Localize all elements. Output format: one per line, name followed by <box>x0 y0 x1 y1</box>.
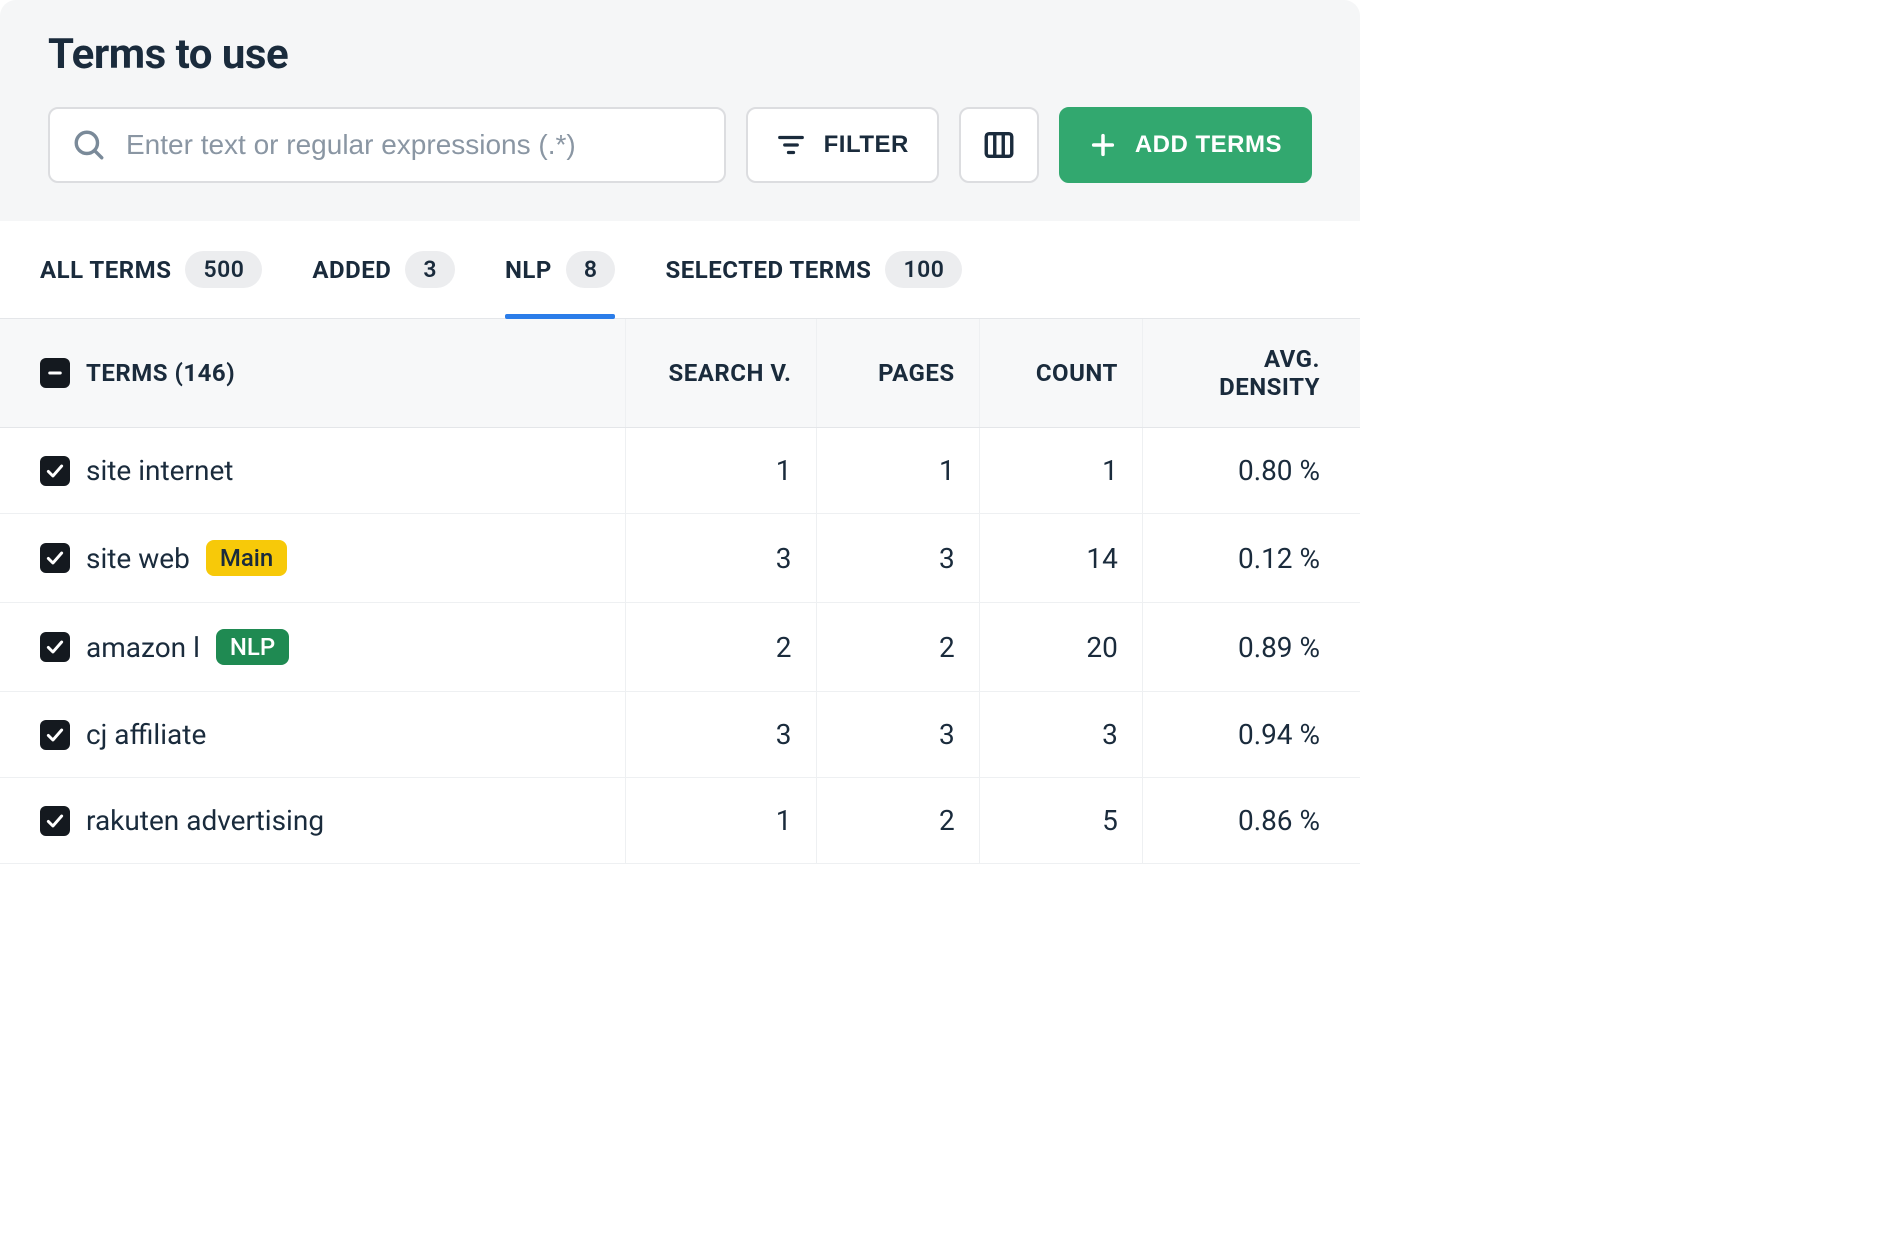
cell-count: 3 <box>979 692 1142 778</box>
column-header-search-v[interactable]: SEARCH V. <box>626 319 816 428</box>
columns-icon <box>982 128 1016 162</box>
cell-count: 1 <box>979 428 1142 514</box>
checkmark-icon <box>45 637 65 657</box>
tab-selected-terms[interactable]: SELECTED TERMS 100 <box>665 251 962 318</box>
term-label: site web <box>86 542 190 575</box>
tab-added[interactable]: ADDED 3 <box>312 251 455 318</box>
row-checkbox[interactable] <box>40 806 70 836</box>
cell-pages: 2 <box>816 778 979 864</box>
tab-nlp-label: NLP <box>505 256 552 284</box>
search-icon <box>72 128 106 162</box>
row-checkbox[interactable] <box>40 543 70 573</box>
checkmark-icon <box>45 725 65 745</box>
checkmark-icon <box>45 811 65 831</box>
terms-table: TERMS (146) SEARCH V. PAGES COUNT AVG. D… <box>0 319 1360 864</box>
term-label: rakuten advertising <box>86 804 324 837</box>
cell-density: 0.89 % <box>1142 603 1360 692</box>
select-all-checkbox[interactable] <box>40 358 70 388</box>
cell-count: 14 <box>979 514 1142 603</box>
checkmark-icon <box>45 461 65 481</box>
tab-all-terms-count: 500 <box>185 251 262 288</box>
column-header-terms-label: TERMS (146) <box>86 359 235 387</box>
cell-density: 0.86 % <box>1142 778 1360 864</box>
cell-count: 5 <box>979 778 1142 864</box>
tab-added-label: ADDED <box>312 256 391 284</box>
cell-count: 20 <box>979 603 1142 692</box>
cell-pages: 3 <box>816 514 979 603</box>
column-header-count[interactable]: COUNT <box>979 319 1142 428</box>
tag-nlp: NLP <box>216 629 289 665</box>
add-terms-button-label: ADD TERMS <box>1135 131 1282 159</box>
filter-icon <box>776 130 806 160</box>
row-checkbox[interactable] <box>40 720 70 750</box>
table-row: rakuten advertising 1250.86 % <box>0 778 1360 864</box>
cell-pages: 3 <box>816 692 979 778</box>
checkmark-icon <box>45 548 65 568</box>
cell-density: 0.80 % <box>1142 428 1360 514</box>
term-label: cj affiliate <box>86 718 206 751</box>
column-header-pages[interactable]: PAGES <box>816 319 979 428</box>
indeterminate-icon <box>46 364 64 382</box>
cell-search-v: 1 <box>626 428 816 514</box>
tab-nlp[interactable]: NLP 8 <box>505 251 616 318</box>
table-row: amazon lNLP22200.89 % <box>0 603 1360 692</box>
cell-density: 0.94 % <box>1142 692 1360 778</box>
cell-search-v: 1 <box>626 778 816 864</box>
cell-search-v: 3 <box>626 692 816 778</box>
row-checkbox[interactable] <box>40 632 70 662</box>
table-row: cj affiliate3330.94 % <box>0 692 1360 778</box>
tab-selected-label: SELECTED TERMS <box>665 256 871 284</box>
columns-button[interactable] <box>959 107 1039 183</box>
column-header-avg-density[interactable]: AVG. DENSITY <box>1142 319 1360 428</box>
search-input[interactable] <box>126 129 702 161</box>
cell-density: 0.12 % <box>1142 514 1360 603</box>
tag-main: Main <box>206 540 287 576</box>
add-terms-button[interactable]: ADD TERMS <box>1059 107 1312 183</box>
tab-nlp-count: 8 <box>566 251 616 288</box>
table-row: site webMain33140.12 % <box>0 514 1360 603</box>
filter-button-label: FILTER <box>824 131 909 159</box>
term-label: site internet <box>86 454 233 487</box>
tab-all-terms-label: ALL TERMS <box>40 256 171 284</box>
filter-button[interactable]: FILTER <box>746 107 939 183</box>
tab-added-count: 3 <box>405 251 455 288</box>
tab-all-terms[interactable]: ALL TERMS 500 <box>40 251 262 318</box>
search-field-wrapper[interactable] <box>48 107 726 183</box>
term-label: amazon l <box>86 631 200 664</box>
toolbar: FILTER ADD TERMS <box>48 107 1312 183</box>
cell-pages: 1 <box>816 428 979 514</box>
page-title: Terms to use <box>48 30 1312 79</box>
plus-icon <box>1089 131 1117 159</box>
tabs: ALL TERMS 500 ADDED 3 NLP 8 SELECTED TER… <box>0 221 1360 319</box>
cell-search-v: 2 <box>626 603 816 692</box>
cell-pages: 2 <box>816 603 979 692</box>
column-header-terms[interactable]: TERMS (146) <box>0 319 626 428</box>
row-checkbox[interactable] <box>40 456 70 486</box>
cell-search-v: 3 <box>626 514 816 603</box>
table-row: site internet1110.80 % <box>0 428 1360 514</box>
tab-selected-count: 100 <box>885 251 962 288</box>
